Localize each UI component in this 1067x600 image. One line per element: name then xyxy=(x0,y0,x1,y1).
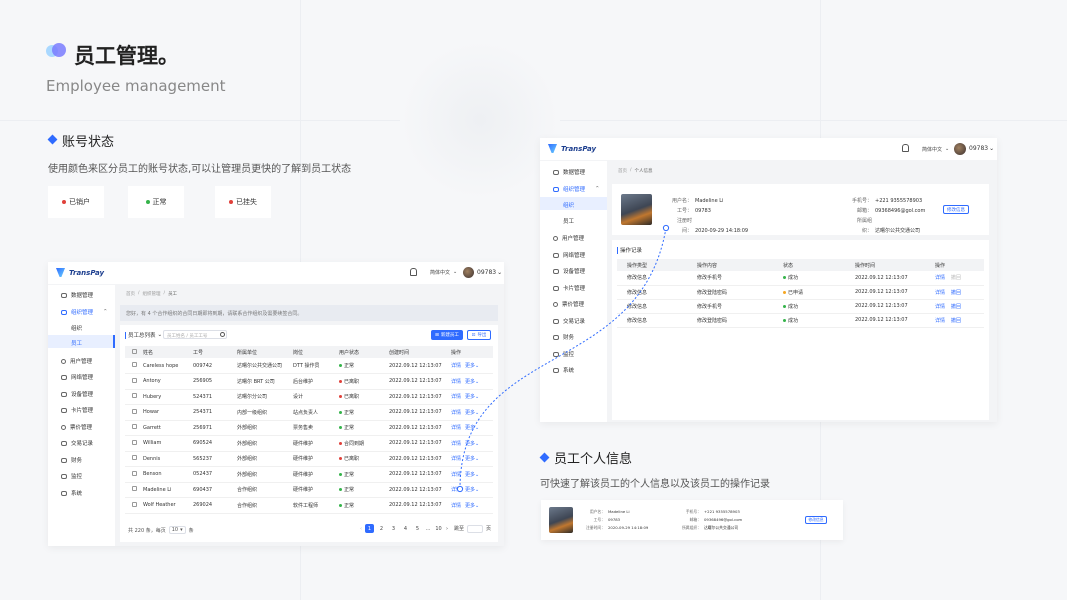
edit-info-button[interactable]: 修改信息 xyxy=(805,516,827,524)
org-label: 所属组织： xyxy=(682,525,701,530)
username-label: 用户名： xyxy=(589,509,605,514)
edit-info-label: 修改信息 xyxy=(808,517,824,522)
connector-end-dot xyxy=(662,224,670,232)
username-value: Madeline Li xyxy=(608,509,630,514)
mini-fields-left: 用户名： Madeline Li 工号： 09783 注册时间： 2020-09-29… xyxy=(581,508,648,532)
mini-profile-card: 用户名： Madeline Li 工号： 09783 注册时间： 2020-09-29… xyxy=(541,500,843,540)
connector-start-dot xyxy=(456,485,464,493)
mini-fields-right: 手机号： +221 9355578903 邮箱： 09368496@gol.com … xyxy=(671,508,742,532)
org-value: 达曙尔公共交通公司 xyxy=(704,525,739,530)
phone-value: +221 9355578903 xyxy=(704,509,740,514)
phone-label: 手机号： xyxy=(685,509,701,514)
id-label: 工号： xyxy=(593,517,605,522)
profile-photo xyxy=(549,507,573,533)
register-time-label: 注册时间： xyxy=(586,525,605,530)
employee-info-description: 可快速了解该员工的个人信息以及该员工的操作记录 xyxy=(540,479,770,490)
register-time-value: 2020-09-29 14:18:09 xyxy=(608,525,649,530)
connector-line xyxy=(456,224,670,493)
employee-info-title: 员工个人信息 xyxy=(554,452,633,467)
email-value: 09368496@gol.com xyxy=(704,517,743,522)
id-value: 09783 xyxy=(608,517,621,522)
email-label: 邮箱： xyxy=(689,517,701,522)
